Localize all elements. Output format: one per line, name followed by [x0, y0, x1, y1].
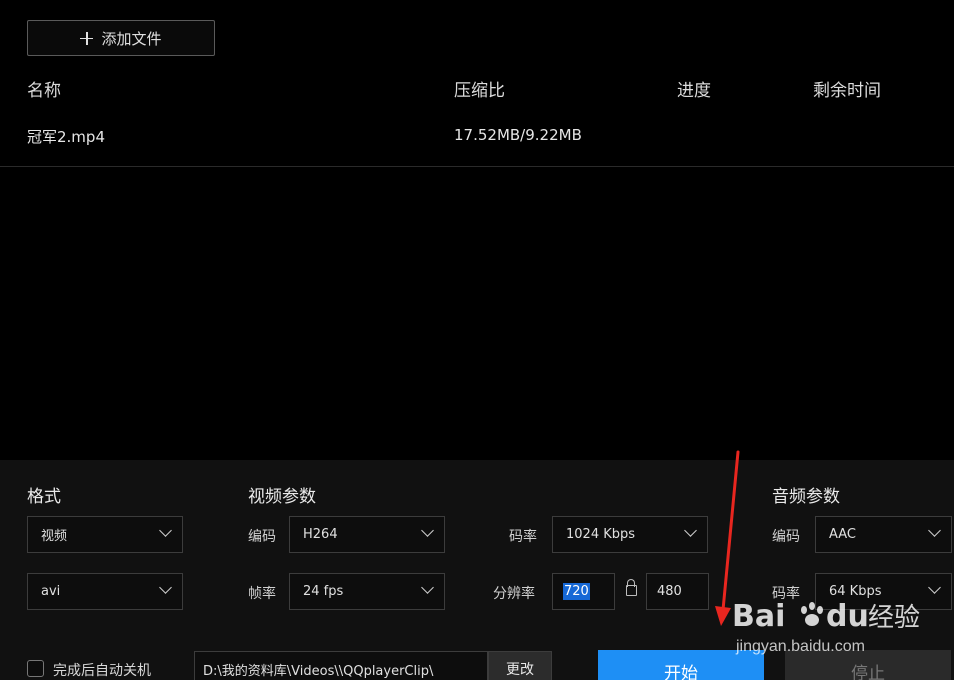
resolution-height-value: 480 [657, 584, 682, 599]
column-header-name[interactable]: 名称 [27, 76, 61, 101]
audio-bitrate-label: 码率 [772, 586, 800, 602]
file-ratio: 17.52MB/9.22MB [454, 126, 582, 144]
audio-bitrate-select[interactable]: 64 Kbps [815, 573, 952, 610]
auto-shutdown-label[interactable]: 完成后自动关机 [53, 660, 151, 680]
chevron-down-icon [684, 524, 697, 537]
video-bitrate-label: 码率 [509, 529, 537, 545]
stop-button[interactable]: 停止 [785, 650, 951, 680]
audio-bitrate-value: 64 Kbps [829, 584, 882, 599]
auto-shutdown-checkbox[interactable] [27, 660, 44, 677]
add-file-button[interactable]: 添加文件 [27, 20, 215, 56]
row-divider [0, 166, 954, 167]
chevron-down-icon [159, 524, 172, 537]
plus-icon [80, 31, 94, 45]
resolution-width-value: 720 [563, 583, 590, 600]
container-format-select[interactable]: avi [27, 573, 183, 610]
column-header-progress[interactable]: 进度 [677, 76, 711, 101]
column-header-remaining[interactable]: 剩余时间 [813, 76, 881, 101]
video-bitrate-value: 1024 Kbps [566, 527, 636, 542]
chevron-down-icon [928, 524, 941, 537]
container-format-value: avi [41, 584, 61, 599]
video-codec-label: 编码 [248, 529, 276, 545]
video-codec-select[interactable]: H264 [289, 516, 445, 553]
start-button[interactable]: 开始 [598, 650, 764, 680]
chevron-down-icon [421, 581, 434, 594]
audio-params-title: 音频参数 [772, 487, 840, 507]
video-codec-value: H264 [303, 527, 338, 542]
resolution-width-input[interactable]: 720 [552, 573, 615, 610]
framerate-label: 帧率 [248, 586, 276, 602]
audio-codec-value: AAC [829, 527, 856, 542]
chevron-down-icon [159, 581, 172, 594]
framerate-value: 24 fps [303, 584, 344, 599]
file-name: 冠军2.mp4 [27, 128, 105, 146]
add-file-label: 添加文件 [101, 29, 162, 48]
framerate-select[interactable]: 24 fps [289, 573, 445, 610]
format-type-select[interactable]: 视频 [27, 516, 183, 553]
chevron-down-icon [928, 581, 941, 594]
format-title: 格式 [27, 487, 61, 507]
chevron-down-icon [421, 524, 434, 537]
video-bitrate-select[interactable]: 1024 Kbps [552, 516, 708, 553]
change-path-button[interactable]: 更改 [488, 651, 552, 680]
resolution-label: 分辨率 [493, 586, 535, 602]
resolution-height-input[interactable]: 480 [646, 573, 709, 610]
video-params-title: 视频参数 [248, 487, 316, 507]
column-header-ratio[interactable]: 压缩比 [454, 76, 505, 101]
format-type-value: 视频 [41, 529, 68, 544]
audio-codec-select[interactable]: AAC [815, 516, 952, 553]
audio-codec-label: 编码 [772, 529, 800, 545]
output-path-field[interactable]: D:\我的资料库\Videos\\QQplayerClip\ [194, 651, 488, 680]
aspect-lock-icon[interactable] [626, 579, 637, 596]
output-path-value: D:\我的资料库\Videos\\QQplayerClip\ [203, 663, 434, 679]
